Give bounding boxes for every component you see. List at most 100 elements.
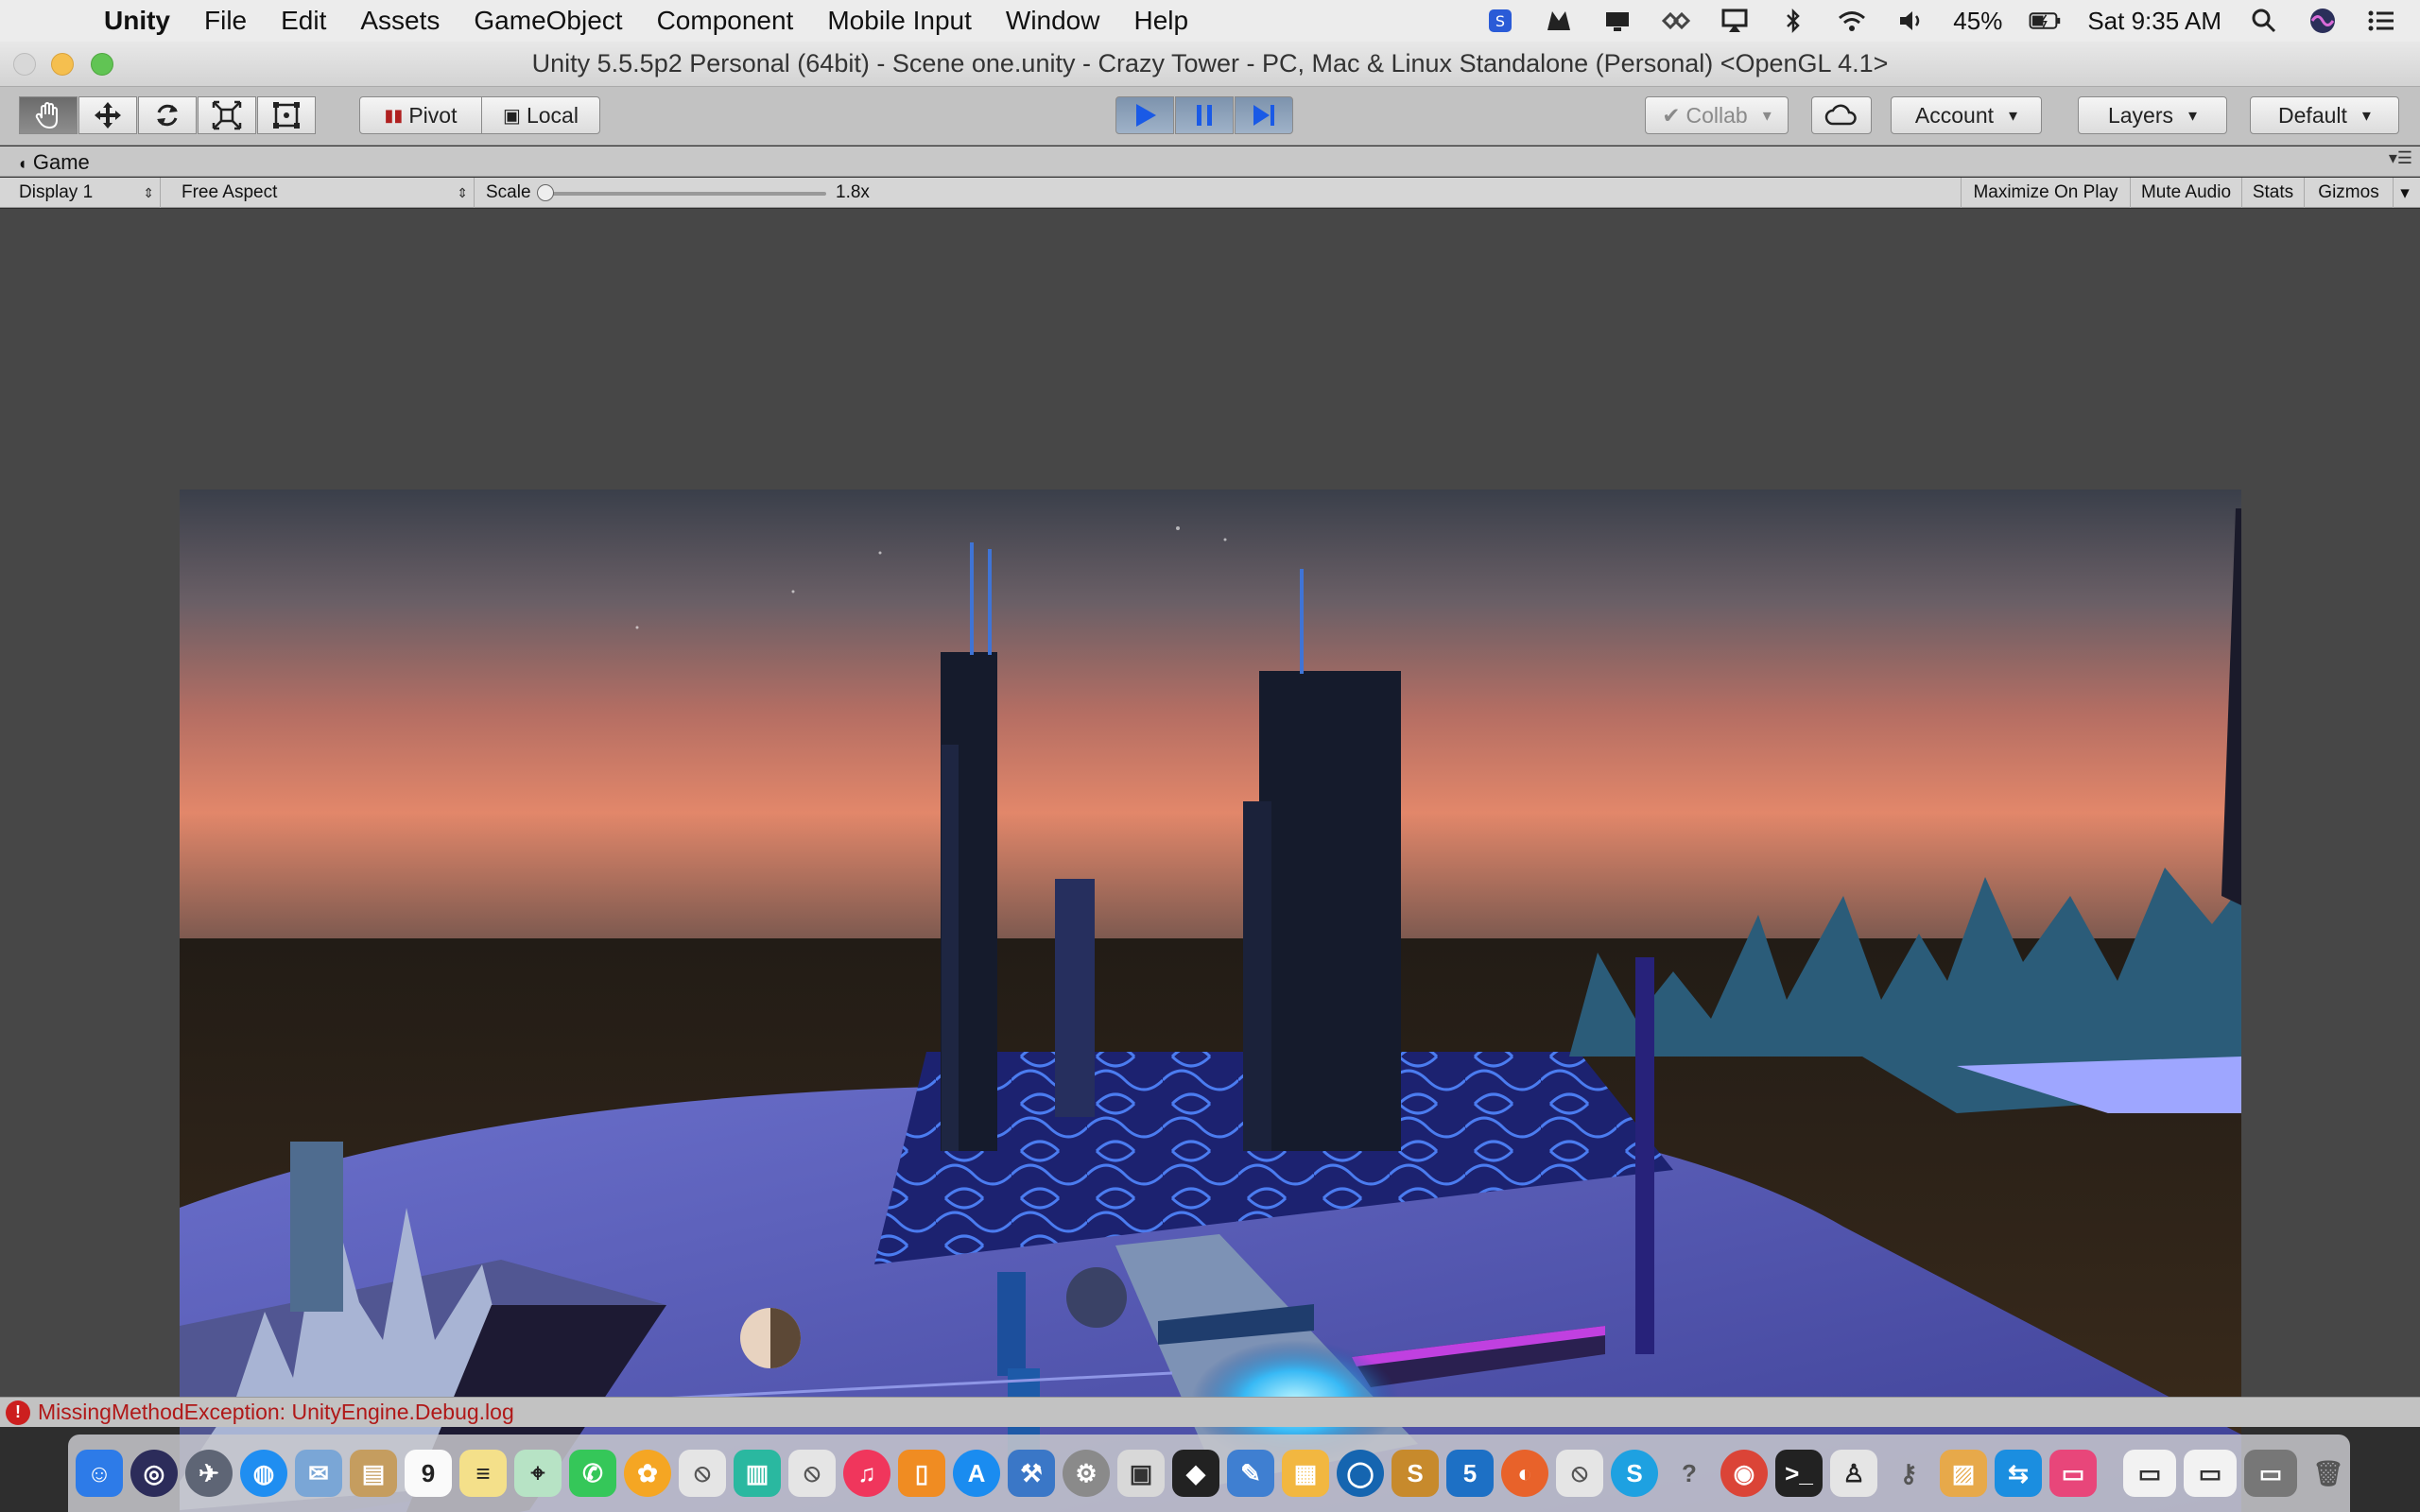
airplay-icon[interactable]: [1719, 7, 1751, 35]
rotate-tool-button[interactable]: [138, 96, 197, 134]
help-icon[interactable]: ?: [1666, 1450, 1713, 1497]
unity-icon[interactable]: ◆: [1172, 1450, 1219, 1497]
minimized-window-thumb[interactable]: ▭: [2244, 1450, 2297, 1497]
stats-toggle[interactable]: Stats: [2242, 178, 2305, 208]
trash-icon[interactable]: 🗑: [2305, 1450, 2352, 1497]
xcode-icon[interactable]: ⚒: [1008, 1450, 1055, 1497]
tab-menu-icon[interactable]: ▾☰: [2389, 148, 2412, 168]
pages-icon[interactable]: ✎: [1227, 1450, 1274, 1497]
menu-edit[interactable]: Edit: [281, 6, 326, 36]
menu-window[interactable]: Window: [1006, 6, 1100, 36]
aspect-dropdown[interactable]: Free Aspect ⇕: [172, 178, 475, 208]
layout-dropdown[interactable]: Default: [2250, 96, 2399, 134]
firefox-icon[interactable]: ◐: [1501, 1450, 1548, 1497]
photos-icon[interactable]: ✿: [624, 1450, 671, 1497]
scale-slider-track[interactable]: [543, 192, 826, 196]
quicktime-icon[interactable]: ◯: [1337, 1450, 1384, 1497]
minimized-window-thumb[interactable]: ▭: [2184, 1450, 2237, 1497]
image-app-icon[interactable]: ▨: [1940, 1450, 1987, 1497]
teamviewer-icon[interactable]: ⇆: [1995, 1450, 2042, 1497]
css-editor-icon[interactable]: 5: [1446, 1450, 1494, 1497]
window-title-bar[interactable]: Unity 5.5.5p2 Personal (64bit) - Scene o…: [0, 42, 2420, 87]
tab-game[interactable]: ◖ Game: [17, 150, 90, 175]
menu-assets[interactable]: Assets: [360, 6, 440, 36]
cloud-services-button[interactable]: [1811, 96, 1872, 134]
menu-component[interactable]: Component: [657, 6, 794, 36]
chrome-icon[interactable]: ◉: [1720, 1450, 1768, 1497]
volume-icon[interactable]: [1894, 7, 1927, 35]
link-status-icon[interactable]: [1660, 7, 1692, 35]
app-store-icon[interactable]: A: [953, 1450, 1000, 1497]
pause-button[interactable]: [1175, 96, 1234, 134]
devices-icon[interactable]: ▭: [2049, 1450, 2097, 1497]
spotlight-search-icon[interactable]: [2248, 7, 2280, 35]
game-view-area[interactable]: [0, 209, 2420, 1512]
app-icon[interactable]: ⦸: [1556, 1450, 1603, 1497]
pivot-toggle-button[interactable]: ▮▮ Pivot: [359, 96, 482, 134]
console-message[interactable]: MissingMethodException: UnityEngine.Debu…: [38, 1400, 514, 1425]
calendar-icon[interactable]: 9: [405, 1450, 452, 1497]
menu-unity[interactable]: Unity: [104, 6, 170, 36]
battery-percent[interactable]: 45%: [1953, 7, 2002, 36]
finder-icon[interactable]: ☺: [76, 1450, 123, 1497]
sublime-text-icon[interactable]: S: [1392, 1450, 1439, 1497]
menu-help[interactable]: Help: [1133, 6, 1188, 36]
collab-dropdown[interactable]: ✔ Collab: [1645, 96, 1789, 134]
messages-icon[interactable]: ✆: [569, 1450, 616, 1497]
bluetooth-icon[interactable]: [1777, 7, 1809, 35]
dropdown-arrow-icon: ⇕: [457, 184, 468, 200]
launchpad-icon[interactable]: ✈: [185, 1450, 233, 1497]
game-render[interactable]: [180, 490, 2241, 1512]
step-button[interactable]: [1235, 96, 1293, 134]
preview-icon[interactable]: ▦: [1282, 1450, 1329, 1497]
display-dropdown[interactable]: Display 1 ⇕: [9, 178, 161, 208]
account-dropdown[interactable]: Account: [1891, 96, 2042, 134]
notification-center-icon[interactable]: [2365, 7, 2397, 35]
minimized-window-thumb[interactable]: ▭: [2123, 1450, 2176, 1497]
hand-tool-button[interactable]: [19, 96, 78, 134]
terminal-icon[interactable]: >_: [1775, 1450, 1823, 1497]
safari-icon[interactable]: ◍: [240, 1450, 287, 1497]
menu-file[interactable]: File: [204, 6, 247, 36]
itunes-icon[interactable]: ♫: [843, 1450, 890, 1497]
menu-gameobject[interactable]: GameObject: [474, 6, 622, 36]
dropdown-arrow-icon: ⇕: [143, 184, 154, 200]
rect-tool-button[interactable]: [257, 96, 316, 134]
ibooks-icon[interactable]: ▯: [898, 1450, 945, 1497]
console-status-bar[interactable]: ! MissingMethodException: UnityEngine.De…: [0, 1397, 2420, 1427]
maps-icon[interactable]: ⌖: [514, 1450, 562, 1497]
layers-dropdown[interactable]: Layers: [2078, 96, 2227, 134]
mute-audio-toggle[interactable]: Mute Audio: [2131, 178, 2242, 208]
shield-status-icon[interactable]: S: [1484, 7, 1516, 35]
maximize-on-play-toggle[interactable]: Maximize On Play: [1961, 178, 2131, 208]
malwarebytes-icon[interactable]: [1543, 7, 1575, 35]
system-preferences-icon[interactable]: ⚙: [1063, 1450, 1110, 1497]
gizmos-dropdown-arrow[interactable]: ▾: [2394, 178, 2416, 208]
app-icon[interactable]: ⦸: [788, 1450, 836, 1497]
scale-slider-thumb[interactable]: [537, 184, 554, 201]
battery-icon[interactable]: [2029, 7, 2061, 35]
contacts-icon[interactable]: ▤: [350, 1450, 397, 1497]
gizmos-toggle[interactable]: Gizmos: [2305, 178, 2394, 208]
wifi-icon[interactable]: [1836, 7, 1868, 35]
pause-icon: [1197, 105, 1212, 126]
keychain-icon[interactable]: ⚷: [1885, 1450, 1932, 1497]
app-icon[interactable]: ⦸: [679, 1450, 726, 1497]
siri-icon[interactable]: ◎: [130, 1450, 178, 1497]
play-button[interactable]: [1115, 96, 1174, 134]
audio-app-icon[interactable]: ♙: [1830, 1450, 1877, 1497]
numbers-icon[interactable]: ▥: [734, 1450, 781, 1497]
tab-game-label: Game: [32, 150, 90, 174]
scale-tool-button[interactable]: [198, 96, 256, 134]
menu-mobile-input[interactable]: Mobile Input: [827, 6, 972, 36]
clock[interactable]: Sat 9:35 AM: [2087, 7, 2221, 36]
display-status-icon[interactable]: [1601, 7, 1634, 35]
local-toggle-button[interactable]: ▣ Local: [481, 96, 600, 134]
skype-icon[interactable]: S: [1611, 1450, 1658, 1497]
mail-icon[interactable]: ✉: [295, 1450, 342, 1497]
siri-icon[interactable]: [2307, 7, 2339, 35]
move-tool-button[interactable]: [78, 96, 137, 134]
notes-icon[interactable]: ≡: [459, 1450, 507, 1497]
archive-utility-icon[interactable]: ▣: [1117, 1450, 1165, 1497]
collab-check-icon: ✔: [1662, 102, 1681, 128]
